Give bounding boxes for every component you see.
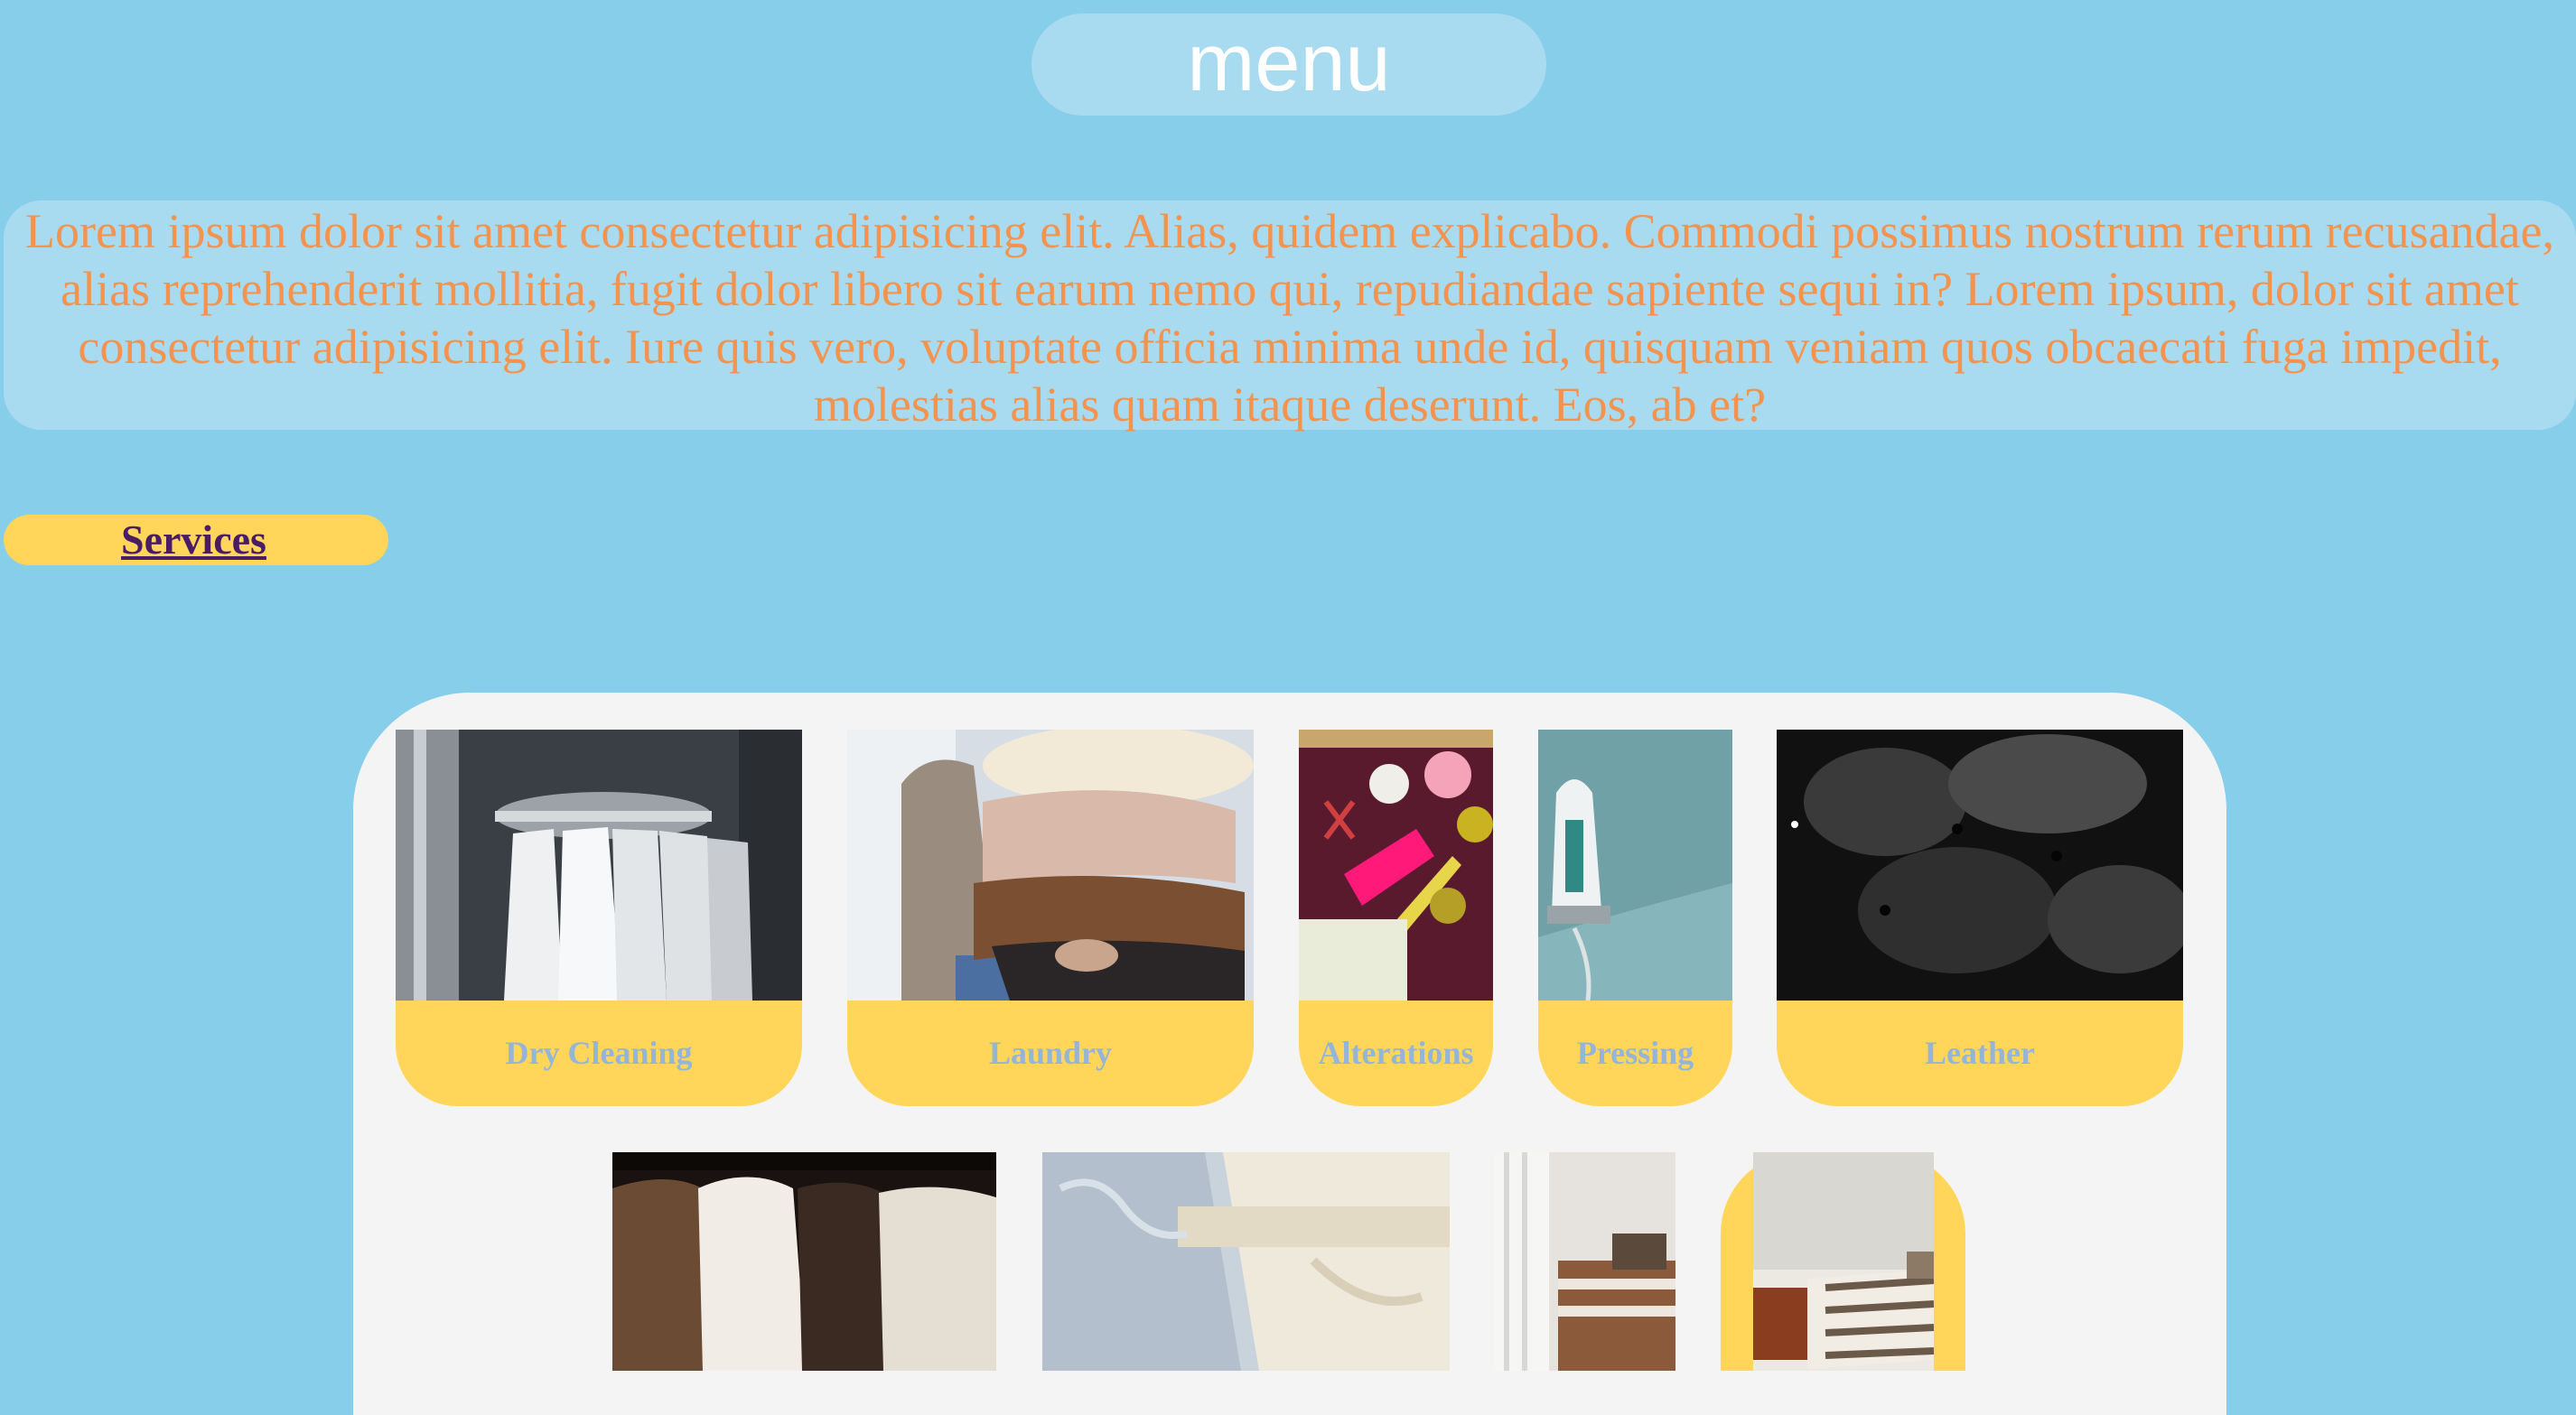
service-card-wedding[interactable]	[1042, 1152, 1450, 1371]
intro-paragraph: Lorem ipsum dolor sit amet consectetur a…	[4, 200, 2576, 432]
alterations-photo	[1299, 730, 1493, 1001]
fur-coats-photo	[612, 1152, 996, 1371]
service-card-curtains[interactable]	[1495, 1152, 1675, 1371]
service-card-dry-cleaning[interactable]: Dry Cleaning	[396, 730, 802, 1106]
menu-label: menu	[1187, 17, 1391, 108]
service-label: Laundry	[847, 1001, 1254, 1106]
service-card-alterations[interactable]: Alterations	[1299, 730, 1493, 1106]
service-label: Pressing	[1538, 1001, 1732, 1106]
dry-cleaning-photo	[396, 730, 802, 1001]
service-card-pressing[interactable]: Pressing	[1538, 730, 1732, 1106]
laundry-photo	[847, 730, 1254, 1001]
services-link[interactable]: Services	[121, 515, 266, 565]
service-card-bedding[interactable]	[1721, 1152, 1965, 1371]
services-nav: Services	[4, 515, 388, 565]
window-curtains-photo	[1495, 1152, 1675, 1371]
service-card-laundry[interactable]: Laundry	[847, 730, 1254, 1106]
service-label: Alterations	[1299, 1001, 1493, 1106]
menu-button[interactable]: menu	[1031, 14, 1546, 116]
service-label: Leather	[1777, 1001, 2183, 1106]
wedding-dress-photo	[1042, 1152, 1450, 1371]
service-card-fur[interactable]	[612, 1152, 996, 1371]
bedding-photo	[1753, 1152, 1934, 1371]
pressing-photo	[1538, 730, 1732, 1001]
leather-photo	[1777, 730, 2183, 1001]
service-label: Dry Cleaning	[396, 1001, 802, 1106]
service-card-leather[interactable]: Leather	[1777, 730, 2183, 1106]
